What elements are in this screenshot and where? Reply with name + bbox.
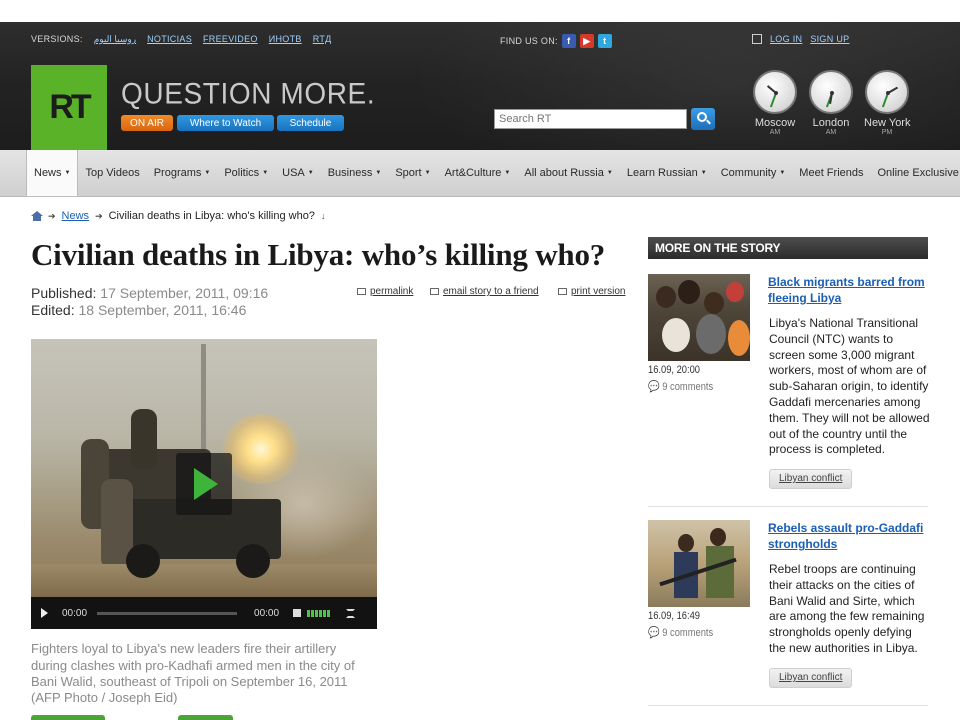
total-time: 00:00 bbox=[254, 607, 280, 619]
clock-london: London AM bbox=[808, 70, 854, 136]
nav-item-meet-friends[interactable]: Meet Friends bbox=[792, 150, 870, 196]
divider bbox=[648, 705, 928, 706]
search-input[interactable] bbox=[494, 109, 687, 129]
clock-icon bbox=[865, 70, 909, 114]
share-button[interactable] bbox=[178, 715, 233, 720]
site-header: VERSIONS: روسيا اليوم NOTICIAS FREEVIDEO… bbox=[0, 22, 960, 150]
seek-bar[interactable] bbox=[97, 611, 238, 615]
on-air-button[interactable]: ON AIR bbox=[121, 115, 173, 131]
email-story-link[interactable]: email story to a friend bbox=[443, 286, 539, 297]
nav-item-learn-russian[interactable]: Learn Russian ▼ bbox=[620, 150, 714, 196]
nav-item-politics[interactable]: Politics ▼ bbox=[217, 150, 275, 196]
nav-item-top-videos[interactable]: Top Videos bbox=[78, 150, 146, 196]
version-link-rtd[interactable]: RTД bbox=[313, 34, 332, 45]
account-bar: LOG IN SIGN UP bbox=[752, 34, 849, 44]
related-story: 16.09, 20:00 💬 9 comments Black migrants… bbox=[648, 274, 930, 504]
print-version-link[interactable]: print version bbox=[571, 286, 625, 297]
clock-moscow: Moscow AM bbox=[752, 70, 798, 136]
nav-item-all-about-russia[interactable]: All about Russia ▼ bbox=[517, 150, 619, 196]
version-link-inotv[interactable]: ИНОТВ bbox=[269, 34, 302, 45]
clock-icon bbox=[753, 70, 797, 114]
permalink-tool[interactable]: permalink bbox=[357, 286, 413, 297]
clock-new-york: New York PM bbox=[864, 70, 910, 136]
version-link-noticias[interactable]: NOTICIAS bbox=[147, 34, 192, 45]
version-link-freevideo[interactable]: FREEVIDEO bbox=[203, 34, 258, 45]
nav-item-news[interactable]: News ▼ bbox=[26, 150, 79, 196]
breadcrumb-news-link[interactable]: News bbox=[62, 210, 90, 222]
main-nav: News ▼ Top Videos Programs ▼ Politics ▼ USA… bbox=[0, 150, 960, 197]
page-title: Civilian deaths in Libya: who’s killing … bbox=[31, 237, 606, 272]
arrow-icon: ➔ bbox=[48, 210, 56, 221]
story-timestamp: 16.09, 16:49 bbox=[648, 610, 700, 622]
volume-icon[interactable] bbox=[293, 609, 302, 617]
story-tag[interactable]: Libyan conflict bbox=[769, 469, 853, 489]
volume-slider[interactable] bbox=[307, 609, 331, 617]
versions-bar: VERSIONS: روسيا اليوم NOTICIAS FREEVIDEO… bbox=[31, 34, 332, 45]
story-title-link[interactable]: Black migrants barred from fleeing Libya bbox=[768, 274, 928, 306]
clock-icon bbox=[809, 70, 853, 114]
rt-logo[interactable]: RT bbox=[31, 65, 107, 150]
find-us-label: FIND US ON: bbox=[500, 36, 558, 46]
edited-line: Edited: 18 September, 2011, 16:46 bbox=[31, 302, 247, 318]
email-tool[interactable]: email story to a friend bbox=[430, 286, 539, 297]
nav-item-business[interactable]: Business ▼ bbox=[321, 150, 389, 196]
breadcrumb: ➔ News ➔ Civilian deaths in Libya: who's… bbox=[31, 210, 325, 222]
published-line: Published: 17 September, 2011, 09:16 bbox=[31, 285, 269, 301]
divider bbox=[648, 506, 928, 507]
story-summary: Rebel troops are continuing their attack… bbox=[769, 562, 925, 655]
nav-item-art-culture[interactable]: Art&Culture ▼ bbox=[438, 150, 518, 196]
share-button[interactable] bbox=[31, 715, 105, 720]
story-title-link[interactable]: Rebels assault pro-Gaddafi strongholds bbox=[768, 520, 928, 552]
current-time: 00:00 bbox=[62, 607, 88, 619]
printer-icon bbox=[558, 288, 567, 295]
schedule-button[interactable]: Schedule bbox=[277, 115, 344, 131]
arrow-icon: ➔ bbox=[95, 210, 103, 221]
nav-item-usa[interactable]: USA ▼ bbox=[275, 150, 321, 196]
play-icon bbox=[194, 468, 218, 500]
arrow-down-icon: ↓ bbox=[320, 211, 326, 221]
story-comments[interactable]: 💬 9 comments bbox=[648, 380, 713, 393]
nav-item-online-exclusive[interactable]: Online Exclusive▼ bbox=[871, 150, 960, 196]
story-summary: Libya's National Transitional Council (N… bbox=[769, 316, 930, 457]
edited-date: 18 September, 2011, 16:46 bbox=[78, 302, 247, 318]
story-timestamp: 16.09, 20:00 bbox=[648, 364, 700, 376]
facebook-icon[interactable]: f bbox=[561, 34, 576, 48]
search-button[interactable] bbox=[691, 108, 715, 130]
link-icon bbox=[357, 288, 366, 295]
video-player[interactable]: 00:00 00:00 bbox=[31, 339, 377, 629]
nav-item-programs[interactable]: Programs ▼ bbox=[147, 150, 218, 196]
video-caption: Fighters loyal to Libya's new leaders fi… bbox=[31, 641, 355, 689]
story-thumbnail[interactable] bbox=[648, 520, 750, 607]
sidebar-heading: MORE ON THE STORY bbox=[648, 237, 928, 259]
slogan: QUESTION MORE. bbox=[121, 77, 376, 110]
login-link[interactable]: LOG IN bbox=[770, 34, 802, 44]
comment-icon: 💬 bbox=[648, 381, 663, 393]
comment-icon: 💬 bbox=[648, 627, 663, 639]
play-button[interactable] bbox=[176, 453, 232, 515]
version-link-arabic[interactable]: روسيا اليوم bbox=[94, 34, 136, 45]
nav-item-community[interactable]: Community ▼ bbox=[714, 150, 793, 196]
nav-item-sport[interactable]: Sport ▼ bbox=[388, 150, 437, 196]
find-us-bar: FIND US ON: f ▶ t bbox=[500, 34, 612, 48]
envelope-icon bbox=[430, 288, 439, 295]
video-controls: 00:00 00:00 bbox=[31, 597, 377, 629]
related-story: 16.09, 16:49 💬 9 comments Rebels assault… bbox=[648, 520, 928, 700]
youtube-icon[interactable]: ▶ bbox=[579, 34, 594, 48]
story-comments[interactable]: 💬 9 comments bbox=[648, 626, 713, 639]
photo-credit: (AFP Photo / Joseph Eid) bbox=[31, 690, 178, 705]
fullscreen-icon[interactable] bbox=[346, 608, 356, 618]
story-thumbnail[interactable] bbox=[648, 274, 750, 361]
published-date: 17 September, 2011, 09:16 bbox=[100, 285, 269, 301]
print-tool[interactable]: print version bbox=[558, 286, 625, 297]
login-icon bbox=[752, 34, 762, 44]
home-icon[interactable] bbox=[31, 211, 43, 221]
versions-label: VERSIONS: bbox=[31, 34, 83, 44]
story-tag[interactable]: Libyan conflict bbox=[769, 668, 853, 688]
signup-link[interactable]: SIGN UP bbox=[810, 34, 849, 44]
play-icon[interactable] bbox=[41, 608, 48, 618]
breadcrumb-current: Civilian deaths in Libya: who's killing … bbox=[108, 210, 315, 222]
where-to-watch-button[interactable]: Where to Watch bbox=[177, 115, 274, 131]
permalink-link[interactable]: permalink bbox=[370, 286, 413, 297]
twitter-icon[interactable]: t bbox=[597, 34, 612, 48]
